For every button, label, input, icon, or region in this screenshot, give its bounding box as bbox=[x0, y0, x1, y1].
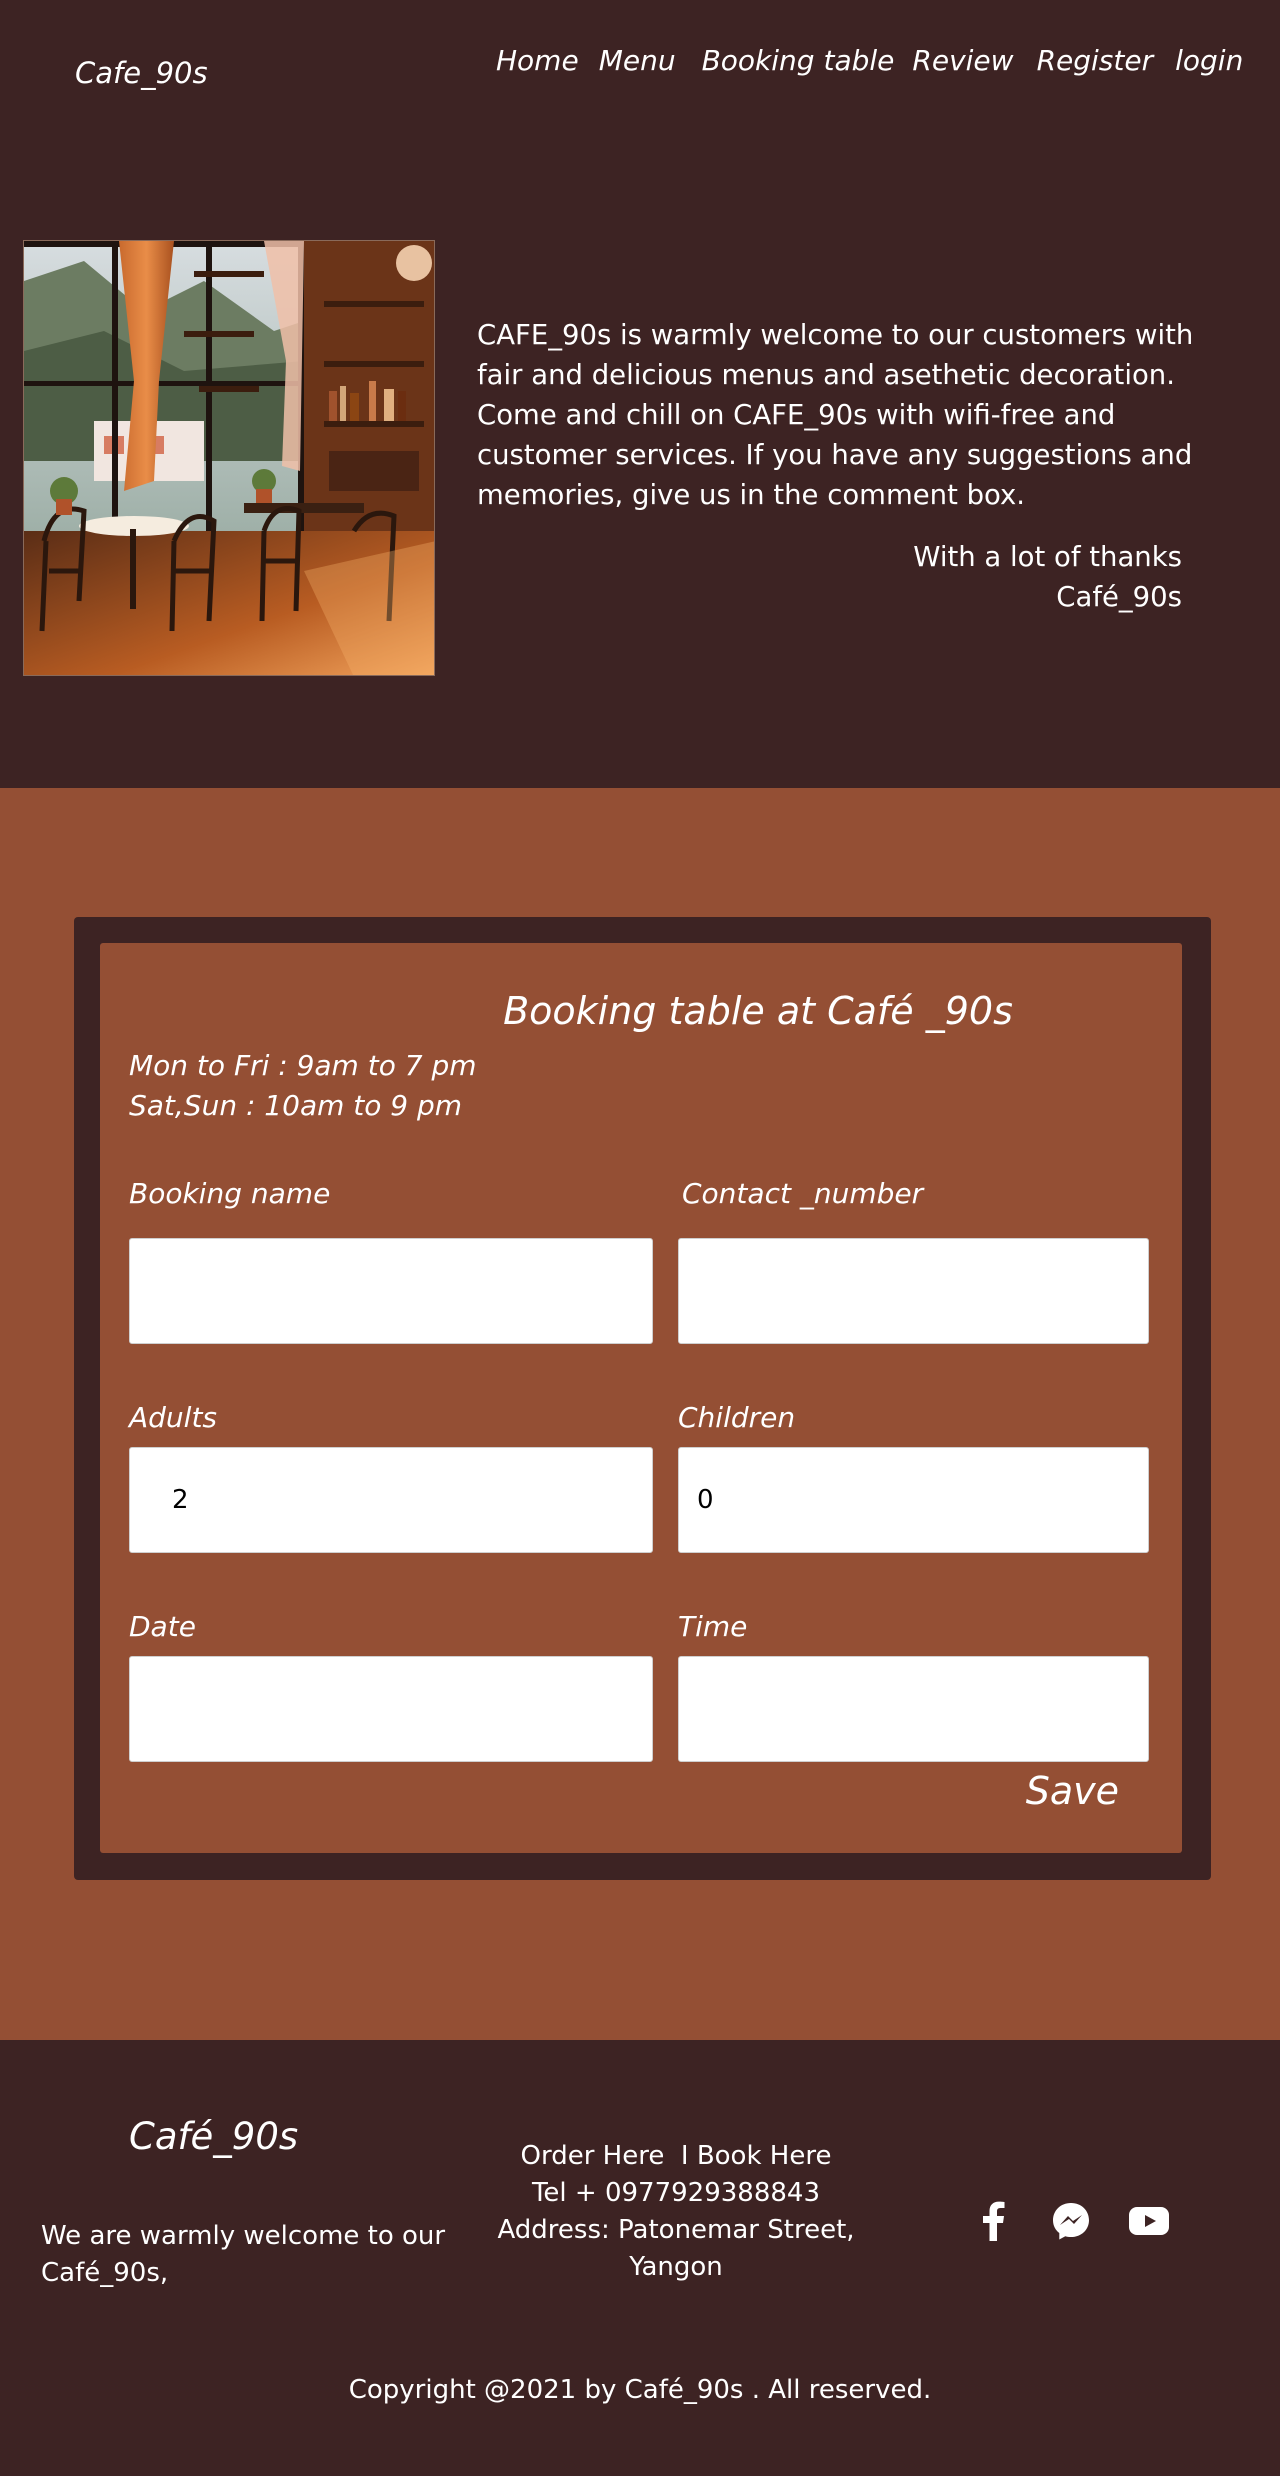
footer: Café_90s We are warmly welcome to our Ca… bbox=[0, 2040, 1280, 2476]
social-links bbox=[972, 2200, 1170, 2242]
opening-hours: Mon to Fri : 9am to 7 pm Sat,Sun : 10am … bbox=[129, 1046, 477, 1126]
hero-section: Cafe_90s Home Menu Booking table Review … bbox=[0, 0, 1280, 788]
footer-address: Address: Patonemar Street, Yangon bbox=[497, 2215, 855, 2282]
booking-form: Booking table at Café _90s Mon to Fri : … bbox=[100, 943, 1182, 1853]
booking-section: Booking table at Café _90s Mon to Fri : … bbox=[0, 788, 1280, 2040]
thanks-line: With a lot of thanks bbox=[913, 541, 1182, 573]
date-field[interactable] bbox=[129, 1656, 653, 1762]
link-separator: I bbox=[680, 2141, 689, 2171]
footer-links: Order Here I Book Here bbox=[476, 2138, 876, 2175]
contact-number-field[interactable] bbox=[678, 1238, 1149, 1344]
children-label: Children bbox=[678, 1401, 796, 1434]
footer-contact: Order Here I Book Here Tel + 09779293888… bbox=[476, 2138, 876, 2286]
hours-weekday: Mon to Fri : 9am to 7 pm bbox=[129, 1049, 477, 1082]
adults-value: 2 bbox=[172, 1485, 189, 1515]
footer-brand: Café_90s bbox=[129, 2115, 299, 2158]
signature-name: Café_90s bbox=[1056, 581, 1182, 613]
footer-tel: Tel + 0977929388843 bbox=[531, 2178, 821, 2208]
hero-signature: With a lot of thanks Café_90s bbox=[913, 537, 1182, 617]
children-field[interactable]: 0 bbox=[678, 1447, 1149, 1553]
date-label: Date bbox=[129, 1610, 196, 1643]
nav-booking-table[interactable]: Booking table bbox=[702, 44, 895, 77]
nav-login[interactable]: login bbox=[1175, 44, 1243, 77]
time-field[interactable] bbox=[678, 1656, 1149, 1762]
youtube-icon[interactable] bbox=[1128, 2200, 1170, 2242]
cafe-interior-image bbox=[23, 240, 435, 676]
messenger-icon[interactable] bbox=[1050, 2200, 1092, 2242]
footer-about: We are warmly welcome to our Café_90s, bbox=[41, 2221, 446, 2288]
booking-name-field[interactable] bbox=[129, 1238, 653, 1344]
children-value: 0 bbox=[697, 1485, 714, 1515]
adults-label: Adults bbox=[129, 1401, 218, 1434]
book-here-link[interactable]: Book Here bbox=[697, 2141, 832, 2171]
order-here-link[interactable]: Order Here bbox=[521, 2141, 665, 2171]
adults-field[interactable]: 2 bbox=[129, 1447, 653, 1553]
contact-number-label: Contact _number bbox=[682, 1177, 924, 1210]
nav-review[interactable]: Review bbox=[912, 44, 1013, 77]
copyright-text: Copyright @2021 by Café_90s . All reserv… bbox=[348, 2375, 932, 2405]
save-button[interactable]: Save bbox=[1026, 1769, 1119, 1813]
hours-weekend: Sat,Sun : 10am to 9 pm bbox=[129, 1089, 463, 1122]
booking-name-label: Booking name bbox=[129, 1177, 331, 1210]
time-label: Time bbox=[678, 1610, 748, 1643]
nav-home[interactable]: Home bbox=[496, 44, 579, 77]
nav-menu[interactable]: Menu bbox=[599, 44, 676, 77]
main-nav: Home Menu Booking table Review Register … bbox=[496, 44, 1243, 77]
hero-description: CAFE_90s is warmly welcome to our custom… bbox=[477, 319, 1194, 511]
nav-register[interactable]: Register bbox=[1037, 44, 1154, 77]
booking-frame: Booking table at Café _90s Mon to Fri : … bbox=[74, 917, 1211, 1880]
brand-logo[interactable]: Cafe_90s bbox=[75, 56, 208, 90]
booking-title: Booking table at Café _90s bbox=[503, 989, 1013, 1033]
facebook-icon[interactable] bbox=[972, 2200, 1014, 2242]
